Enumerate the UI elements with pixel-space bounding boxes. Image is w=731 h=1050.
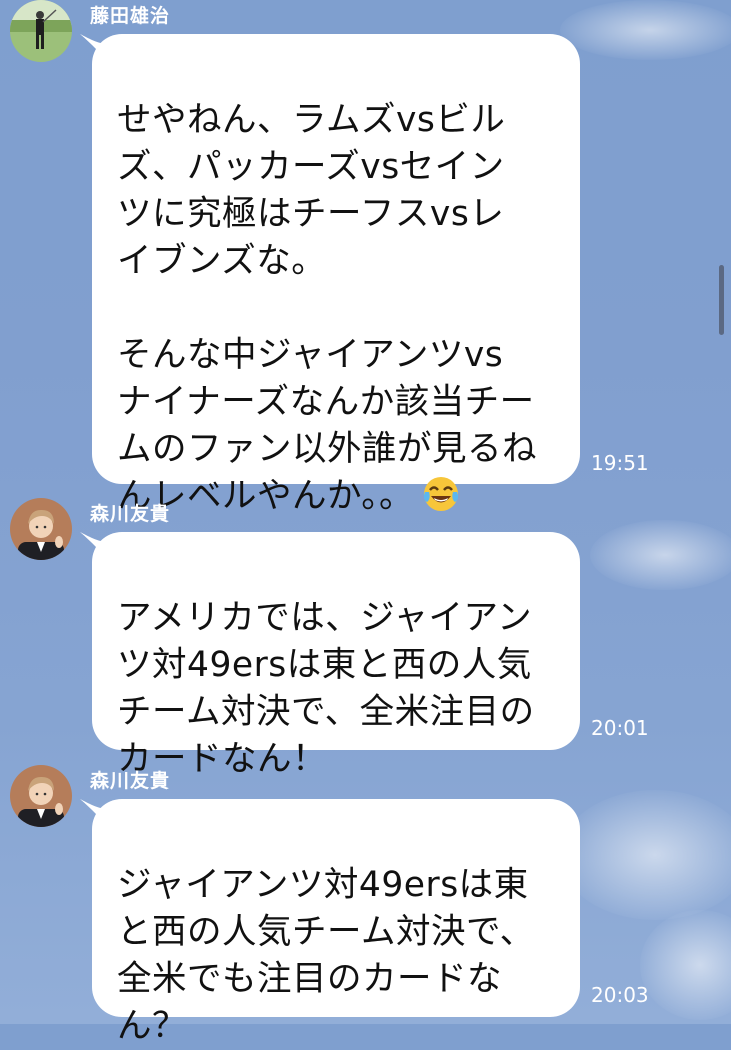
chat-view[interactable]: 藤田雄治 せやねん、ラムズvsビル ズ、パッカーズvsセイン ツに究極はチーフス… [0, 0, 731, 1046]
avatar[interactable] [10, 0, 72, 62]
message-text: せやねん、ラムズvsビル ズ、パッカーズvsセイン ツに究極はチーフスvsレ イ… [117, 100, 537, 516]
avatar[interactable] [10, 765, 72, 827]
message-bubble[interactable]: せやねん、ラムズvsビル ズ、パッカーズvsセイン ツに究極はチーフスvsレ イ… [92, 34, 580, 516]
message-text: アメリカでは、ジャイアン ツ対49ersは東と西の人気 チーム対決で、全米注目の… [117, 598, 535, 779]
message-time: 20:01 [591, 716, 649, 740]
message-time: 19:51 [591, 451, 649, 475]
sender-name: 森川友貴 [90, 770, 171, 792]
message-bubble[interactable]: ジャイアンツ対49ersは東 と西の人気チーム対決で、 全米でも注目のカードな … [92, 799, 580, 1046]
background-cloud [640, 910, 731, 1020]
background-cloud [560, 790, 731, 920]
avatar[interactable] [10, 498, 72, 560]
illustrated-person-avatar [10, 765, 72, 827]
sender-name: 森川友貴 [90, 503, 171, 525]
message-time: 20:03 [591, 983, 649, 1007]
message-bubble[interactable]: アメリカでは、ジャイアン ツ対49ersは東と西の人気 チーム対決で、全米注目の… [92, 532, 580, 779]
tears-of-joy-icon [423, 477, 459, 511]
background-cloud [590, 520, 731, 590]
message-text: ジャイアンツ対49ersは東 と西の人気チーム対決で、 全米でも注目のカードな … [117, 865, 535, 1046]
illustrated-person-avatar [10, 498, 72, 560]
background-cloud [560, 0, 731, 60]
golfer-photo-avatar [10, 0, 72, 62]
scrollbar[interactable] [719, 265, 724, 335]
sender-name: 藤田雄治 [90, 5, 171, 27]
